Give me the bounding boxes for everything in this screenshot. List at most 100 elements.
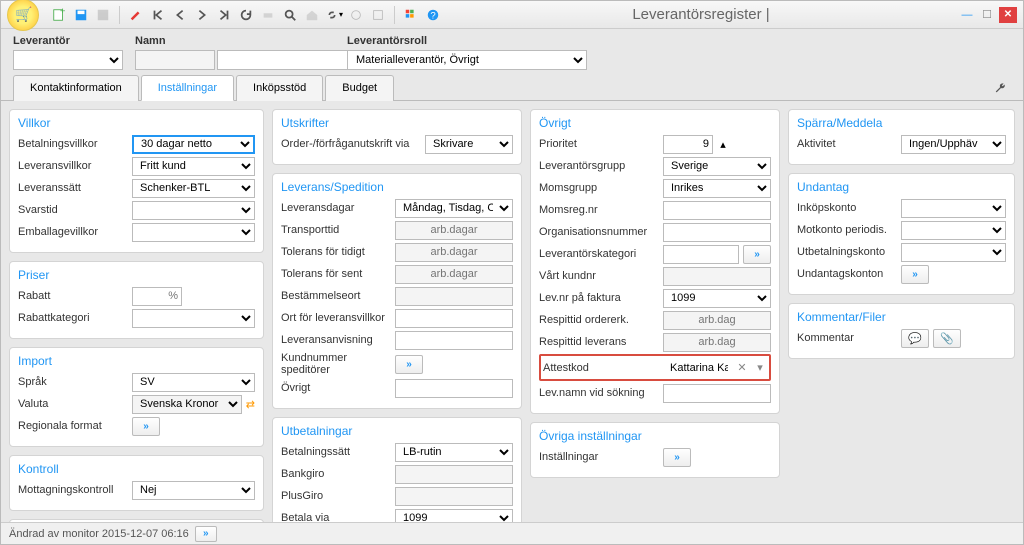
mottagning-field[interactable]: Nej [132, 481, 255, 500]
app-logo [7, 0, 39, 31]
plusgiro-label: PlusGiro [281, 490, 391, 502]
attestkod-dropdown-icon[interactable]: ▾ [753, 361, 767, 374]
utbetkonto-field[interactable] [901, 243, 1006, 262]
prio-spinner[interactable]: ▴ [717, 138, 729, 151]
orderutskrift-field[interactable]: Skrivare [425, 135, 513, 154]
save-as-icon[interactable] [93, 5, 113, 25]
rabattkategori-field[interactable] [132, 309, 255, 328]
rabattkategori-label: Rabattkategori [18, 312, 128, 324]
link-icon[interactable]: ▾ [324, 5, 344, 25]
tab-kontaktinformation[interactable]: Kontaktinformation [13, 75, 139, 101]
next-icon[interactable] [192, 5, 212, 25]
search-icon[interactable] [280, 5, 300, 25]
panel-ovriga-inst: Övriga inställningar Inställningar» [530, 422, 780, 478]
attestkod-field[interactable] [667, 358, 731, 377]
levkategori-button[interactable]: » [743, 245, 771, 264]
leveransdagar-label: Leveransdagar [281, 202, 391, 214]
spedition-ovrigt-field[interactable] [395, 379, 513, 398]
svg-text:?: ? [430, 10, 435, 21]
leverantor-label: Leverantör [13, 35, 123, 47]
betalningssatt-field[interactable]: LB-rutin [395, 443, 513, 462]
respit-order-label: Respittid ordererk. [539, 314, 659, 326]
levgrupp-label: Leverantörsgrupp [539, 160, 659, 172]
panel-spedition: Leverans/Spedition Leveransdagar Måndag, … [272, 173, 522, 409]
valuta-field[interactable]: Svenska Kronor [132, 395, 242, 414]
levroll-field[interactable]: Materialleverantör, Övrigt [347, 50, 587, 70]
momsregnr-field[interactable] [663, 201, 771, 220]
levnr-faktura-field[interactable]: 1099 [663, 289, 771, 308]
emballagevillkor-label: Emballagevillkor [18, 226, 128, 238]
leverantor-field[interactable] [13, 50, 123, 70]
rabatt-field[interactable] [132, 287, 182, 306]
leveransvillkor-field[interactable]: Fritt kund [132, 157, 255, 176]
vart-kundnr-label: Vårt kundnr [539, 270, 659, 282]
leveransanvisning-field[interactable] [395, 331, 513, 350]
save-icon[interactable] [71, 5, 91, 25]
first-icon[interactable] [148, 5, 168, 25]
levnamn-sok-field[interactable] [663, 384, 771, 403]
respit-order-field[interactable] [663, 311, 771, 330]
footer-expand-button[interactable]: » [195, 526, 217, 542]
momsgrupp-field[interactable]: Inrikes [663, 179, 771, 198]
installningar-button[interactable]: » [663, 448, 691, 467]
spedition-title: Leverans/Spedition [281, 180, 513, 194]
tolerans-tidigt-field[interactable] [395, 243, 513, 262]
wrench-icon[interactable] [991, 78, 1011, 98]
levgrupp-field[interactable]: Sverige [663, 157, 771, 176]
help-icon[interactable]: ? [423, 5, 443, 25]
undantagskonton-button[interactable]: » [901, 265, 929, 284]
maximize-button[interactable]: ☐ [979, 7, 995, 23]
close-button[interactable]: ✕ [999, 7, 1017, 23]
modified-text: Ändrad av monitor 2015-12-07 06:16 [9, 528, 189, 540]
currency-swap-icon[interactable]: ⇄ [246, 398, 255, 411]
villkor-title: Villkor [18, 116, 255, 130]
aktivitet-field[interactable]: Ingen/Upphäv [901, 135, 1006, 154]
tolerans-sent-field[interactable] [395, 265, 513, 284]
tab-budget[interactable]: Budget [325, 75, 394, 101]
ort-label: Ort för leveransvillkor [281, 312, 391, 324]
prev-icon[interactable] [170, 5, 190, 25]
tab-inkopsstod[interactable]: Inköpsstöd [236, 75, 323, 101]
inkopskonto-label: Inköpskonto [797, 202, 897, 214]
print-icon[interactable] [258, 5, 278, 25]
apps-icon[interactable] [401, 5, 421, 25]
transporttid-field[interactable] [395, 221, 513, 240]
ort-field[interactable] [395, 309, 513, 328]
respit-lev-field[interactable] [663, 333, 771, 352]
new-icon[interactable]: + [49, 5, 69, 25]
levkategori-field[interactable] [663, 245, 739, 264]
edit-icon[interactable] [126, 5, 146, 25]
last-icon[interactable] [214, 5, 234, 25]
globe-icon[interactable] [346, 5, 366, 25]
attachment-button[interactable]: 📎 [933, 329, 961, 348]
leveranssatt-field[interactable]: Schenker-BTL [132, 179, 255, 198]
kundnummer-sped-button[interactable]: » [395, 355, 423, 374]
svarstid-field[interactable] [132, 201, 255, 220]
tab-installningar[interactable]: Inställningar [141, 75, 234, 101]
home-icon[interactable] [302, 5, 322, 25]
kommentar-button[interactable]: 💬 [901, 329, 929, 348]
attestkod-clear-icon[interactable]: ✕ [735, 361, 749, 374]
inkopskonto-field[interactable] [901, 199, 1006, 218]
betalningsvillkor-field[interactable]: 30 dagar netto [132, 135, 255, 154]
refresh-icon[interactable] [236, 5, 256, 25]
momsregnr-label: Momsreg.nr [539, 204, 659, 216]
betala-via-field[interactable]: 1099 [395, 509, 513, 524]
bankgiro-field [395, 465, 513, 484]
kundnummer-sped-label: Kundnummer speditörer [281, 352, 391, 376]
panel-undantag: Undantag Inköpskonto Motkonto periodis. … [788, 173, 1015, 295]
motkonto-field[interactable] [901, 221, 1006, 240]
regionala-label: Regionala format [18, 420, 128, 432]
prioritet-label: Prioritet [539, 138, 659, 150]
regionala-button[interactable]: » [132, 417, 160, 436]
minimize-button[interactable]: — [959, 7, 975, 23]
sprak-field[interactable]: SV [132, 373, 255, 392]
ovrinst-title: Övriga inställningar [539, 429, 771, 443]
prioritet-field[interactable] [663, 135, 713, 154]
emballagevillkor-field[interactable] [132, 223, 255, 242]
levnamn-sok-label: Lev.namn vid sökning [539, 387, 659, 399]
orgnr-field[interactable] [663, 223, 771, 242]
undantagskonton-label: Undantagskonton [797, 268, 897, 280]
export-icon[interactable] [368, 5, 388, 25]
leveransdagar-field[interactable]: Måndag, Tisdag, Onsda... [395, 199, 513, 218]
